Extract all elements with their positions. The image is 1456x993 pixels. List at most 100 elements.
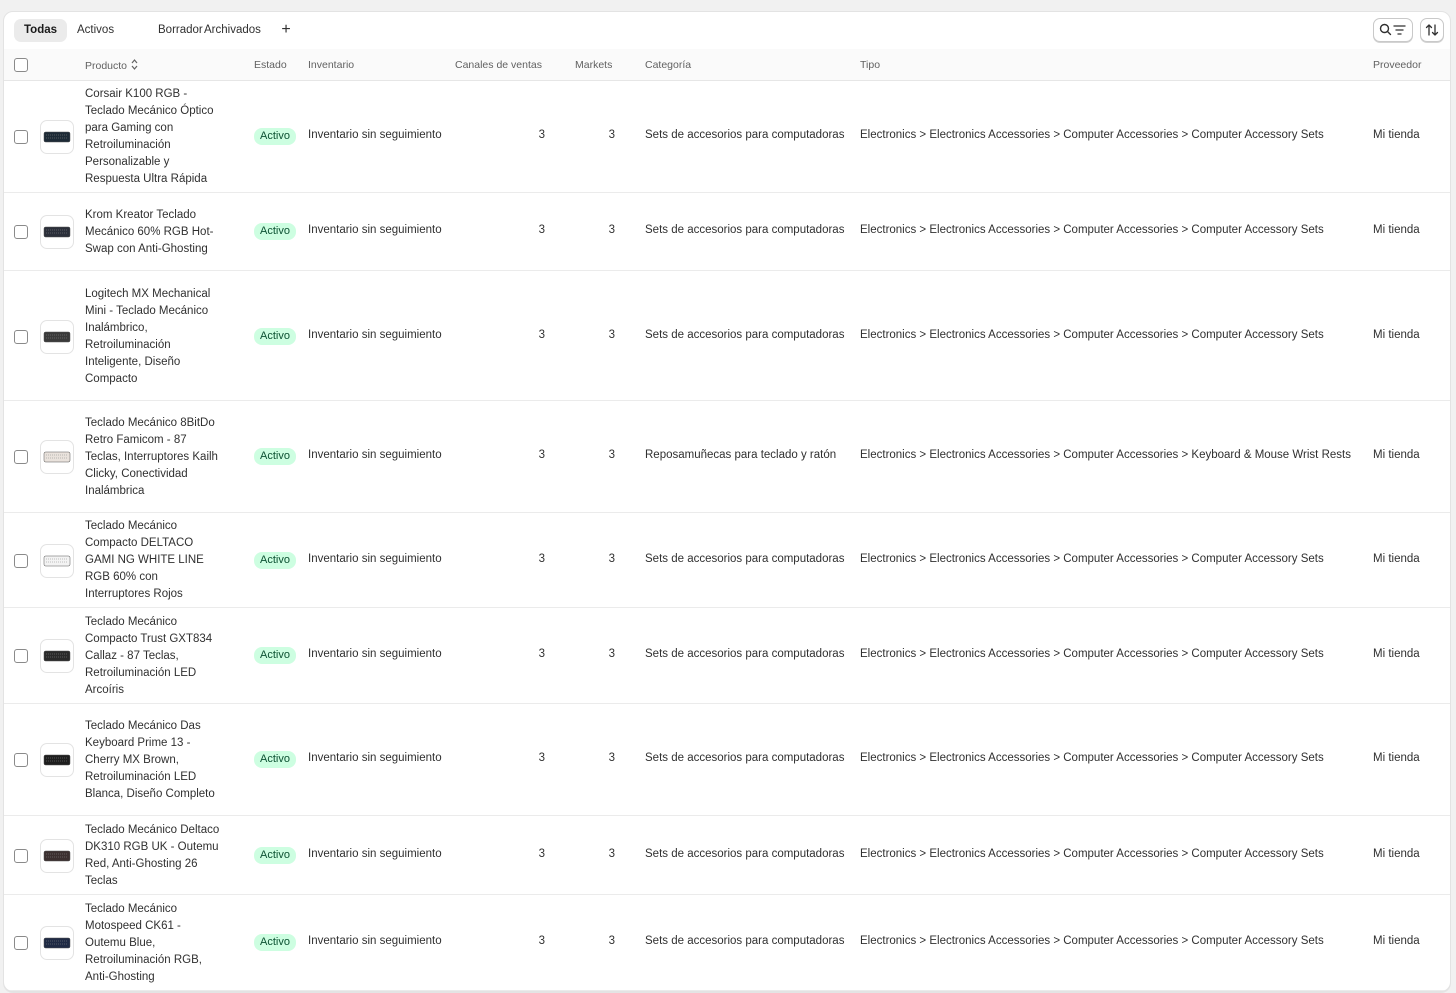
category-cell: Sets de accesorios para computadoras xyxy=(645,648,845,660)
product-thumbnail[interactable] xyxy=(40,215,74,249)
markets-cell: 3 xyxy=(608,847,615,860)
sort-button[interactable] xyxy=(1420,18,1444,42)
column-header-product[interactable]: Producto xyxy=(85,59,138,72)
table-row[interactable]: Teclado Mecánico Deltaco DK310 RGB UK - … xyxy=(4,816,1450,895)
channels-cell: 3 xyxy=(538,224,545,236)
table-row[interactable]: Corsair K100 RGB - Teclado Mecánico Ópti… xyxy=(4,81,1450,193)
row-checkbox[interactable] xyxy=(14,225,28,239)
status-badge: Activo xyxy=(254,128,296,145)
status-badge: Activo xyxy=(254,551,296,569)
markets-cell: 3 xyxy=(608,648,615,660)
category-cell: Reposamuñecas para teclado y ratón xyxy=(645,449,837,461)
type-cell: Electronics > Electronics Accessories > … xyxy=(860,328,1324,341)
column-header-type: Tipo xyxy=(860,59,881,71)
product-name[interactable]: Krom Kreator Teclado Mecánico 60% RGB Ho… xyxy=(85,207,220,258)
vendor-cell: Mi tienda xyxy=(1373,847,1420,860)
sort-arrows-icon xyxy=(131,59,138,70)
row-checkbox[interactable] xyxy=(14,649,28,663)
channels-cell: 3 xyxy=(538,328,545,341)
row-checkbox[interactable] xyxy=(14,130,28,144)
status-badge: Activo xyxy=(254,751,296,768)
category-cell: Sets de accesorios para computadoras xyxy=(645,129,845,141)
inventory-cell: Inventario sin seguimiento xyxy=(308,129,442,141)
status-badge: Activo xyxy=(254,934,296,951)
product-thumbnail[interactable] xyxy=(40,743,74,777)
vendor-cell: Mi tienda xyxy=(1373,552,1420,565)
keyboard-image-icon xyxy=(43,650,71,662)
table-row[interactable]: Krom Kreator Teclado Mecánico 60% RGB Ho… xyxy=(4,193,1450,271)
type-cell: Electronics > Electronics Accessories > … xyxy=(860,935,1324,947)
row-checkbox[interactable] xyxy=(14,848,28,863)
keyboard-image-icon xyxy=(43,226,71,238)
table-row[interactable]: Logitech MX Mechanical Mini - Teclado Me… xyxy=(4,272,1450,401)
markets-cell: 3 xyxy=(608,224,615,236)
product-name[interactable]: Teclado Mecánico Motospeed CK61 - Outemu… xyxy=(85,901,220,986)
table-row[interactable]: Teclado Mecánico Compacto Trust GXT834 C… xyxy=(4,608,1450,704)
select-all-checkbox[interactable] xyxy=(14,58,28,72)
inventory-cell: Inventario sin seguimiento xyxy=(308,328,442,341)
product-name[interactable]: Teclado Mecánico Deltaco DK310 RGB UK - … xyxy=(85,822,220,890)
table-row[interactable]: Teclado Mecánico Compacto DELTACO GAMI N… xyxy=(4,513,1450,608)
row-checkbox[interactable] xyxy=(14,553,28,568)
row-checkbox[interactable] xyxy=(14,753,28,767)
type-cell: Electronics > Electronics Accessories > … xyxy=(860,648,1324,660)
vendor-cell: Mi tienda xyxy=(1373,752,1420,764)
inventory-cell: Inventario sin seguimiento xyxy=(308,449,442,461)
channels-cell: 3 xyxy=(538,847,545,860)
category-cell: Sets de accesorios para computadoras xyxy=(645,552,845,565)
product-name[interactable]: Teclado Mecánico Compacto DELTACO GAMI N… xyxy=(85,518,220,603)
vendor-cell: Mi tienda xyxy=(1373,328,1420,341)
tab-archivados[interactable]: Archivados xyxy=(194,19,271,42)
vendor-cell: Mi tienda xyxy=(1373,449,1420,461)
product-name[interactable]: Corsair K100 RGB - Teclado Mecánico Ópti… xyxy=(85,86,220,188)
channels-cell: 3 xyxy=(538,752,545,764)
table-row[interactable]: Teclado Mecánico Motospeed CK61 - Outemu… xyxy=(4,895,1450,991)
inventory-cell: Inventario sin seguimiento xyxy=(308,935,442,947)
channels-cell: 3 xyxy=(538,552,545,565)
row-checkbox[interactable] xyxy=(14,329,28,344)
tab-activos[interactable]: Activos xyxy=(67,19,124,42)
search-icon xyxy=(1379,23,1406,36)
keyboard-image-icon xyxy=(43,850,71,861)
markets-cell: 3 xyxy=(608,552,615,565)
product-thumbnail[interactable] xyxy=(40,838,74,873)
table-row[interactable]: Teclado Mecánico Das Keyboard Prime 13 -… xyxy=(4,704,1450,816)
product-name[interactable]: Teclado Mecánico Das Keyboard Prime 13 -… xyxy=(85,718,220,803)
product-thumbnail[interactable] xyxy=(40,926,74,960)
type-cell: Electronics > Electronics Accessories > … xyxy=(860,847,1324,860)
column-header-category: Categoría xyxy=(645,59,692,71)
channels-cell: 3 xyxy=(538,935,545,947)
type-cell: Electronics > Electronics Accessories > … xyxy=(860,752,1324,764)
add-view-button[interactable]: + xyxy=(278,19,294,42)
search-filter-button[interactable] xyxy=(1373,18,1413,42)
row-checkbox[interactable] xyxy=(14,936,28,950)
channels-cell: 3 xyxy=(538,648,545,660)
product-thumbnail[interactable] xyxy=(40,543,74,578)
product-name[interactable]: Teclado Mecánico 8BitDo Retro Famicom - … xyxy=(85,415,220,500)
markets-cell: 3 xyxy=(608,935,615,947)
product-thumbnail[interactable] xyxy=(40,639,74,673)
status-badge: Activo xyxy=(254,448,296,465)
row-checkbox[interactable] xyxy=(14,450,28,464)
markets-cell: 3 xyxy=(608,752,615,764)
product-thumbnail[interactable] xyxy=(40,319,74,354)
markets-cell: 3 xyxy=(608,129,615,141)
column-header-channels: Canales de ventas xyxy=(455,59,542,71)
product-name[interactable]: Teclado Mecánico Compacto Trust GXT834 C… xyxy=(85,614,220,699)
column-header-markets: Markets xyxy=(575,59,613,71)
product-thumbnail[interactable] xyxy=(40,120,74,154)
product-thumbnail[interactable] xyxy=(40,440,74,474)
vendor-cell: Mi tienda xyxy=(1373,224,1420,236)
column-header-inventory: Inventario xyxy=(308,59,355,71)
tab-todas[interactable]: Todas xyxy=(14,19,68,42)
keyboard-image-icon xyxy=(43,754,71,766)
vendor-cell: Mi tienda xyxy=(1373,935,1420,947)
product-name[interactable]: Logitech MX Mechanical Mini - Teclado Me… xyxy=(85,286,220,388)
keyboard-image-icon xyxy=(43,937,71,949)
vendor-cell: Mi tienda xyxy=(1373,129,1420,141)
type-cell: Electronics > Electronics Accessories > … xyxy=(860,449,1351,461)
inventory-cell: Inventario sin seguimiento xyxy=(308,847,442,860)
table-row[interactable]: Teclado Mecánico 8BitDo Retro Famicom - … xyxy=(4,401,1450,513)
sort-icon xyxy=(1425,24,1439,36)
status-badge: Activo xyxy=(254,846,296,864)
